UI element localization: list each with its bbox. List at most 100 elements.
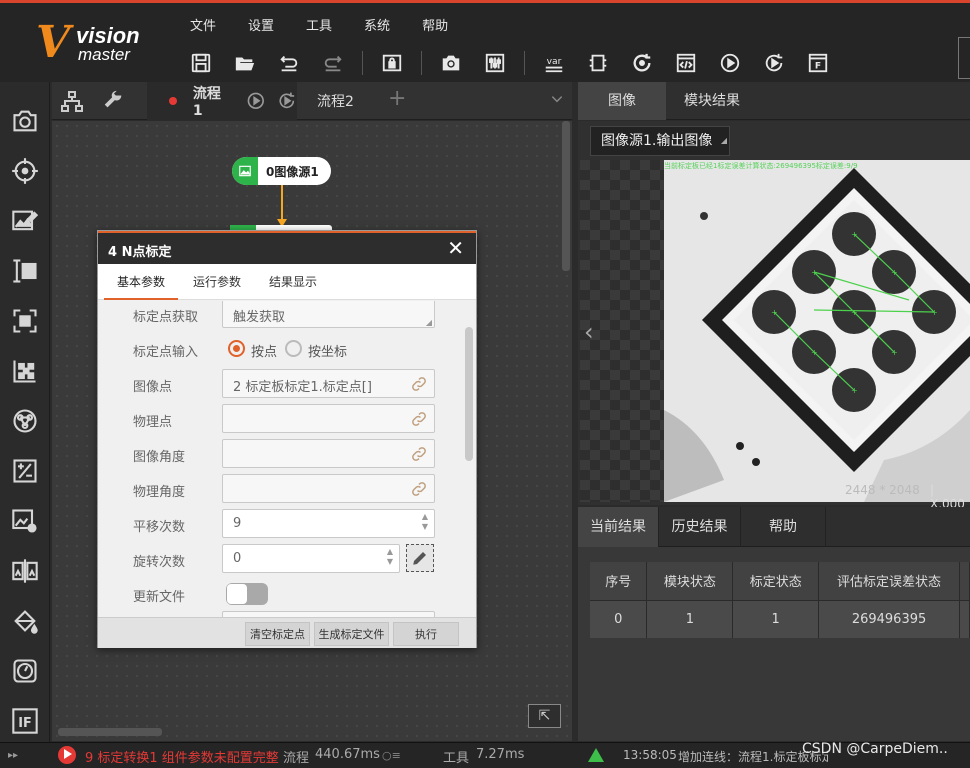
flow-tree-icon[interactable] xyxy=(60,90,84,112)
camera-icon[interactable] xyxy=(10,106,40,136)
tab-module-result[interactable]: 模块结果 xyxy=(668,82,756,120)
if-icon[interactable]: IF xyxy=(10,706,40,736)
measure-icon[interactable] xyxy=(10,256,40,286)
menu-file[interactable]: 文件 xyxy=(190,15,216,35)
expand-corner-icon[interactable]: ⇱ xyxy=(528,704,561,728)
update-file-toggle[interactable] xyxy=(226,583,268,605)
svg-text:+: + xyxy=(851,308,858,317)
node-image-source[interactable]: 0图像源1 xyxy=(232,157,331,185)
acquire-select[interactable]: 触发获取 ◢ xyxy=(222,301,435,328)
sliders-icon[interactable] xyxy=(480,49,510,77)
tab-flow1[interactable]: 流程1 xyxy=(147,82,297,120)
wrench-icon[interactable] xyxy=(102,90,124,112)
result-table: 序号 模块状态 标定状态 评估标定误差状态 0 1 1 269496395 xyxy=(590,562,970,638)
flow-horizontal-scrollbar[interactable] xyxy=(58,728,162,736)
cell-eval-error-status: 269496395 xyxy=(818,599,960,638)
play-icon[interactable] xyxy=(715,49,745,77)
double-chevron-icon[interactable]: ▸▸ xyxy=(8,750,18,761)
menu-tools[interactable]: 工具 xyxy=(306,15,332,35)
network-icon[interactable] xyxy=(10,406,40,436)
dialog-header[interactable]: 4 N点标定 ✕ xyxy=(98,231,476,264)
col-overflow xyxy=(959,562,970,600)
spin-arrows-icon[interactable]: ▲ ▼ xyxy=(422,512,428,532)
script-icon[interactable] xyxy=(671,49,701,77)
chevron-down-icon[interactable] xyxy=(550,92,564,106)
tab-image[interactable]: 图像 xyxy=(578,82,666,120)
logo-text-master: master xyxy=(78,45,130,64)
generate-file-button[interactable]: 生成标定文件 xyxy=(314,622,389,646)
device-icon[interactable] xyxy=(583,49,613,77)
image-source-select[interactable]: 图像源1.输出图像 ◢ xyxy=(590,126,730,156)
lock-icon[interactable] xyxy=(377,49,407,77)
link-icon[interactable] xyxy=(410,445,428,463)
menu-help[interactable]: 帮助 xyxy=(422,15,448,35)
redo-icon[interactable] xyxy=(318,49,348,77)
image-icon xyxy=(232,157,258,185)
tab-current-result[interactable]: 当前结果 xyxy=(578,507,658,547)
tab-basic-params[interactable]: 基本参数 xyxy=(104,264,178,300)
target-icon[interactable] xyxy=(10,156,40,186)
tab-flow1-label: 流程1 xyxy=(192,86,221,119)
f-icon[interactable]: F xyxy=(803,49,833,77)
error-message[interactable]: 9 标定转换1 组件参数未配置完整 xyxy=(85,747,279,766)
image-edit-icon[interactable] xyxy=(10,206,40,236)
tab-help[interactable]: 帮助 xyxy=(740,507,826,547)
radio-by-point[interactable] xyxy=(228,340,245,357)
camera-icon[interactable] xyxy=(436,49,466,77)
spin-arrows-icon[interactable]: ▲ ▼ xyxy=(387,547,393,567)
execute-button[interactable]: 执行 xyxy=(393,622,459,646)
radio-by-coord[interactable] xyxy=(285,340,302,357)
tab-flow2[interactable]: 流程2 xyxy=(317,82,354,120)
menu-system[interactable]: 系统 xyxy=(364,15,390,35)
link-icon[interactable] xyxy=(410,480,428,498)
link-icon[interactable] xyxy=(410,375,428,393)
top-bar: V vision master 文件 设置 工具 系统 帮助 var F xyxy=(0,0,970,82)
tab-flow2-label: 流程2 xyxy=(317,94,354,110)
app-window: V vision master 文件 设置 工具 系统 帮助 var F IF … xyxy=(0,0,970,768)
translation-count-value: 9 xyxy=(233,516,242,531)
row-physical-point: 物理点 xyxy=(98,402,464,437)
calculate-icon[interactable] xyxy=(10,456,40,486)
cycle-icon[interactable] xyxy=(627,49,657,77)
pencil-icon[interactable] xyxy=(406,544,434,572)
vision-master-logo: V vision master xyxy=(30,17,160,73)
add-tab-button[interactable]: + xyxy=(388,86,406,111)
physical-angle-field[interactable] xyxy=(222,474,435,503)
tool-time-label: 工具 xyxy=(443,751,470,766)
paint-icon[interactable] xyxy=(10,606,40,636)
close-icon[interactable]: ✕ xyxy=(447,236,464,260)
svg-text:+: + xyxy=(811,268,818,277)
image-angle-field[interactable] xyxy=(222,439,435,468)
link-icon[interactable] xyxy=(410,410,428,428)
loop-run-icon[interactable] xyxy=(277,91,297,111)
calibration-icon[interactable] xyxy=(10,356,40,386)
loop-run-icon[interactable] xyxy=(759,49,789,77)
crop-icon[interactable] xyxy=(10,306,40,336)
gauge-icon[interactable] xyxy=(10,656,40,686)
node-image-source-label: 0图像源1 xyxy=(266,164,319,179)
n-point-calibration-dialog: 4 N点标定 ✕ 基本参数 运行参数 结果显示 标定点获取 触发获取 ◢ 标定点输… xyxy=(97,230,477,648)
image-settings-icon[interactable] xyxy=(10,506,40,536)
translation-count-stepper[interactable]: 9 ▲ ▼ xyxy=(222,509,435,538)
menu-settings[interactable]: 设置 xyxy=(248,15,274,35)
open-folder-icon[interactable] xyxy=(230,49,260,77)
play-circle-icon[interactable] xyxy=(246,91,266,111)
tab-run-params[interactable]: 运行参数 xyxy=(184,264,250,300)
undo-icon[interactable] xyxy=(274,49,304,77)
input-label: 标定点输入 xyxy=(133,345,199,360)
flow-vertical-scrollbar[interactable] xyxy=(562,121,570,271)
dialog-scrollbar[interactable] xyxy=(465,327,473,461)
chevron-left-icon[interactable]: ‹ xyxy=(584,318,594,346)
physical-point-field[interactable] xyxy=(222,404,435,433)
save-icon[interactable] xyxy=(186,49,216,77)
tool-sidebar: IF xyxy=(0,82,50,742)
table-row[interactable]: 0 1 1 269496395 xyxy=(590,599,970,638)
tab-history-result[interactable]: 历史结果 xyxy=(658,507,740,547)
loop-icon[interactable]: ○≡ xyxy=(382,749,401,762)
tab-result-display[interactable]: 结果显示 xyxy=(260,264,326,300)
variable-icon[interactable]: var xyxy=(539,49,569,77)
clear-points-button[interactable]: 清空标定点 xyxy=(245,622,310,646)
image-point-field[interactable]: 2 标定板标定1.标定点[] xyxy=(222,369,435,398)
compare-icon[interactable] xyxy=(10,556,40,586)
rotation-count-stepper[interactable]: 0 ▲ ▼ xyxy=(222,544,400,573)
